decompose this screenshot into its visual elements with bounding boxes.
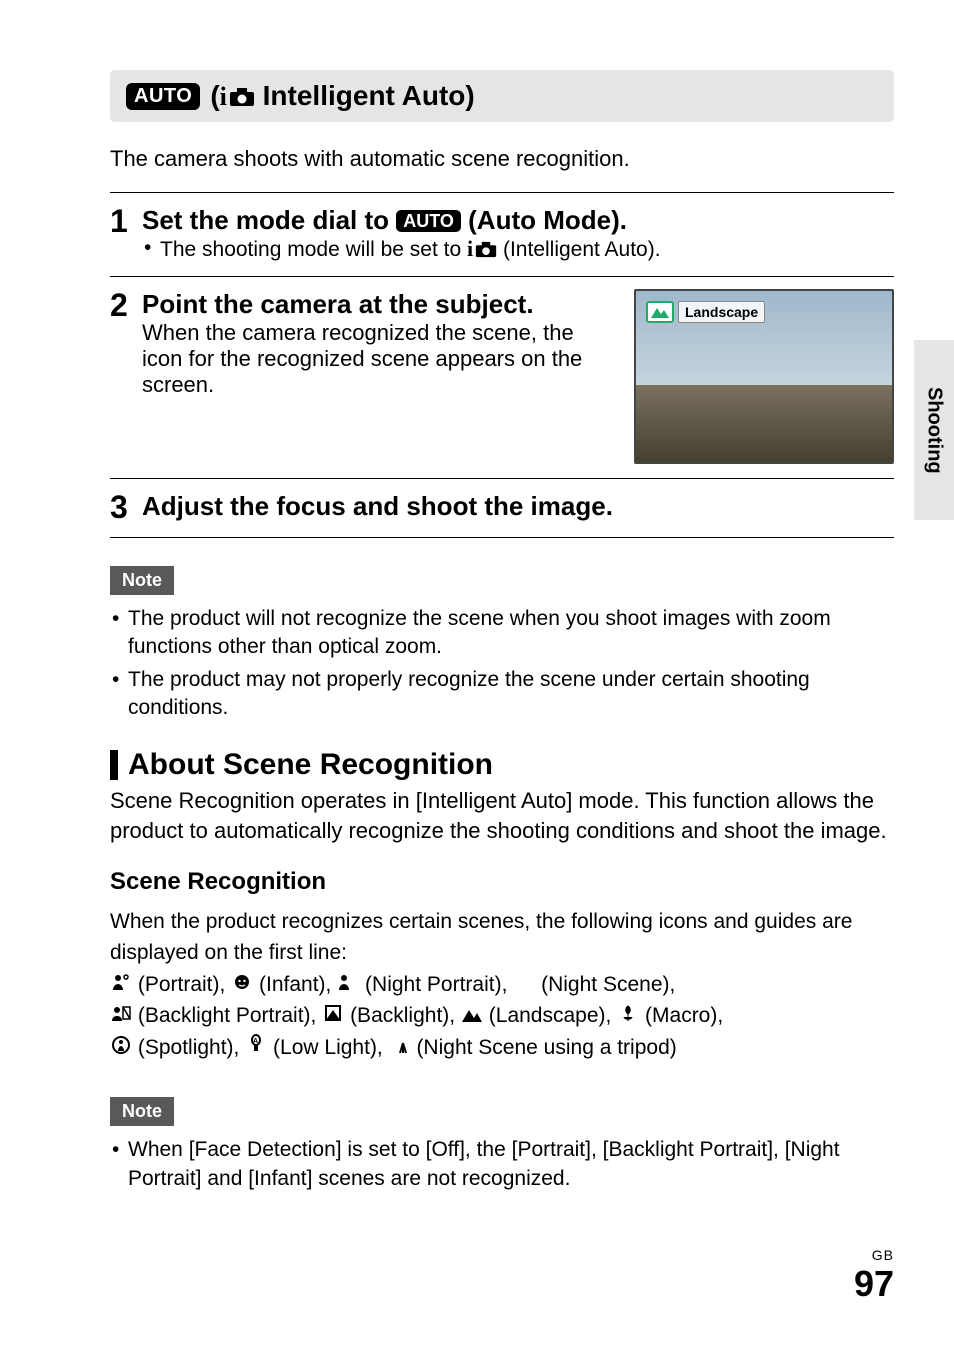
page: Shooting AUTO (i Intelligent Auto) The c… bbox=[0, 0, 954, 1345]
about-heading: About Scene Recognition bbox=[128, 748, 493, 782]
i-glyph-small: i bbox=[467, 236, 473, 262]
night-portrait-icon bbox=[337, 972, 359, 999]
camera-icon-small bbox=[475, 241, 497, 258]
step-number: 1 bbox=[110, 205, 132, 262]
step-title: Set the mode dial to AUTO (Auto Mode). bbox=[142, 205, 894, 236]
camera-icon bbox=[229, 87, 255, 107]
svg-text:A: A bbox=[253, 1038, 258, 1045]
note-list-2: When [Face Detection] is set to [Off], t… bbox=[110, 1136, 894, 1193]
region-code: GB bbox=[854, 1247, 894, 1263]
section-header: AUTO (i Intelligent Auto) bbox=[110, 70, 894, 122]
night-scene-icon bbox=[513, 972, 535, 999]
step1-title-pre: Set the mode dial to bbox=[142, 205, 396, 235]
step-body: Point the camera at the subject. When th… bbox=[142, 289, 604, 398]
about-heading-row: About Scene Recognition bbox=[110, 748, 894, 782]
night-tripod-label: (Night Scene using a tripod) bbox=[411, 1036, 677, 1059]
spotlight-icon bbox=[110, 1035, 132, 1062]
night-scene-label: (Night Scene), bbox=[535, 973, 675, 996]
infant-label: (Infant), bbox=[253, 973, 337, 996]
intro-text: The camera shoots with automatic scene r… bbox=[110, 146, 894, 172]
step1-sub: The shooting mode will be set to i (Inte… bbox=[142, 236, 894, 262]
step-body: Adjust the focus and shoot the image. bbox=[142, 491, 894, 523]
backlight-icon bbox=[322, 1003, 344, 1030]
step-body: Set the mode dial to AUTO (Auto Mode). T… bbox=[142, 205, 894, 262]
section-title-text: Intelligent Auto) bbox=[255, 80, 475, 111]
step-title: Point the camera at the subject. bbox=[142, 289, 604, 320]
paren-open: ( bbox=[210, 80, 219, 111]
low-light-icon: A bbox=[245, 1034, 267, 1062]
night-tripod-icon bbox=[389, 1035, 411, 1062]
scene-badge-label: Landscape bbox=[678, 301, 765, 323]
portrait-label: (Portrait), bbox=[132, 973, 231, 996]
macro-icon bbox=[617, 1003, 639, 1030]
low-light-label: (Low Light), bbox=[267, 1036, 388, 1059]
step1-sub-pre: The shooting mode will be set to bbox=[160, 238, 467, 261]
i-glyph: i bbox=[220, 82, 227, 112]
about-body: Scene Recognition operates in [Intellige… bbox=[110, 786, 894, 845]
step-2: 2 Point the camera at the subject. When … bbox=[110, 277, 894, 478]
step-number: 3 bbox=[110, 491, 132, 523]
note-badge: Note bbox=[110, 1097, 174, 1126]
infant-icon bbox=[231, 972, 253, 999]
scene-list-line-1: (Portrait), (Infant), (Night Portrait), … bbox=[110, 969, 894, 1001]
step2-left: 2 Point the camera at the subject. When … bbox=[110, 289, 604, 398]
heading-bar-icon bbox=[110, 750, 118, 780]
page-footer: GB 97 bbox=[854, 1247, 894, 1305]
section-title: (i Intelligent Auto) bbox=[210, 80, 474, 112]
divider bbox=[110, 537, 894, 538]
page-number: 97 bbox=[854, 1263, 894, 1305]
scene-badge: Landscape bbox=[646, 301, 765, 323]
step-1: 1 Set the mode dial to AUTO (Auto Mode).… bbox=[110, 193, 894, 276]
landscape-label: (Landscape), bbox=[483, 1004, 617, 1027]
backlight-label: (Backlight), bbox=[344, 1004, 461, 1027]
step2-body-text: When the camera recognized the scene, th… bbox=[142, 320, 604, 398]
scene-recognition-heading: Scene Recognition bbox=[110, 868, 894, 896]
backlight-portrait-label: (Backlight Portrait), bbox=[132, 1004, 322, 1027]
macro-label: (Macro), bbox=[639, 1004, 723, 1027]
auto-badge-inline: AUTO bbox=[396, 210, 461, 232]
step-title: Adjust the focus and shoot the image. bbox=[142, 491, 894, 522]
step-number: 2 bbox=[110, 289, 132, 398]
i-camera-icon: i bbox=[220, 82, 255, 112]
note-list-1: The product will not recognize the scene… bbox=[110, 605, 894, 722]
scene-list-line-2: (Backlight Portrait), (Backlight), (Land… bbox=[110, 1000, 894, 1032]
scene-list-line-3: (Spotlight), A (Low Light), (Night Scene… bbox=[110, 1032, 894, 1064]
landscape-icon bbox=[461, 1003, 483, 1030]
note-item: The product may not properly recognize t… bbox=[110, 666, 894, 723]
backlight-portrait-icon bbox=[110, 1003, 132, 1030]
portrait-icon bbox=[110, 972, 132, 999]
note-item: When [Face Detection] is set to [Off], t… bbox=[110, 1136, 894, 1193]
step1-sub-post: (Intelligent Auto). bbox=[497, 238, 660, 261]
side-tab-shooting: Shooting bbox=[914, 340, 954, 520]
note-badge: Note bbox=[110, 566, 174, 595]
i-camera-icon-small: i bbox=[467, 236, 497, 262]
scene-recognition-intro: When the product recognizes certain scen… bbox=[110, 906, 894, 969]
night-portrait-label: (Night Portrait), bbox=[359, 973, 513, 996]
note-item: The product will not recognize the scene… bbox=[110, 605, 894, 662]
auto-badge: AUTO bbox=[126, 83, 200, 110]
landscape-icon bbox=[646, 301, 674, 323]
viewfinder-preview: Landscape bbox=[634, 289, 894, 464]
spotlight-label: (Spotlight), bbox=[132, 1036, 245, 1059]
step-3: 3 Adjust the focus and shoot the image. bbox=[110, 479, 894, 537]
step1-title-post: (Auto Mode). bbox=[461, 205, 627, 235]
